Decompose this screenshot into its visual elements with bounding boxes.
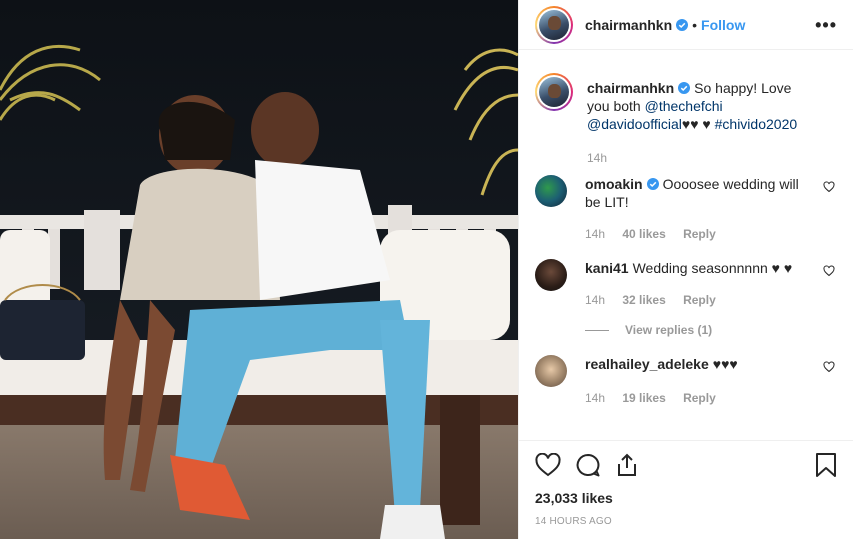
view-replies-divider	[585, 329, 609, 331]
view-replies-link[interactable]: View replies (1)	[585, 321, 809, 339]
comments-list[interactable]: chairmanhkn So happy! Love you both @thec…	[519, 51, 853, 440]
comment-text: ♥♥♥	[712, 356, 738, 372]
comment-likes[interactable]: 40 likes	[622, 227, 665, 241]
post-actions: 23,033 likes 14 HOURS AGO	[519, 440, 853, 527]
share-icon[interactable]	[615, 453, 639, 477]
reply-button[interactable]: Reply	[683, 293, 716, 307]
comment-author[interactable]: kani41	[585, 260, 629, 276]
comment-timestamp[interactable]: 14h	[585, 391, 605, 405]
caption-author[interactable]: chairmanhkn	[587, 80, 674, 96]
like-comment-heart-icon[interactable]	[823, 361, 835, 373]
verified-badge-icon	[646, 178, 659, 190]
caption-hearts: ♥♥	[681, 116, 699, 132]
reply-button[interactable]: Reply	[683, 227, 716, 241]
post-timestamp[interactable]: 14 HOURS AGO	[535, 516, 837, 527]
post-photo[interactable]	[0, 0, 518, 539]
caption-hearts: ♥	[702, 116, 711, 132]
more-options-button[interactable]: •••	[815, 16, 837, 34]
follow-button[interactable]: Follow	[701, 17, 745, 33]
commenter-avatar[interactable]	[535, 175, 567, 207]
comment-likes[interactable]: 19 likes	[622, 391, 665, 405]
comment-text: Wedding seasonnnnn ♥ ♥	[632, 260, 793, 276]
commenter-avatar[interactable]	[535, 259, 567, 291]
comment-author[interactable]: realhailey_adeleke	[585, 356, 709, 372]
view-replies-label[interactable]: View replies (1)	[625, 321, 712, 339]
save-bookmark-icon[interactable]	[815, 452, 837, 478]
comment: omoakin Oooosee wedding will be LIT! 14h …	[535, 167, 837, 243]
separator-dot: •	[692, 16, 698, 33]
caption: chairmanhkn So happy! Love you both @thec…	[535, 51, 837, 167]
hashtag-link[interactable]: #chivido2020	[715, 116, 798, 132]
author-avatar[interactable]	[535, 5, 573, 44]
comment: realhailey_adeleke ♥♥♥ 14h 19 likes Reply	[535, 339, 837, 407]
caption-timestamp[interactable]: 14h	[587, 151, 607, 165]
like-heart-icon[interactable]	[535, 453, 561, 477]
post-header: chairmanhkn • Follow •••	[519, 0, 853, 50]
mention-link[interactable]: @davidoofficial	[587, 116, 682, 132]
mention-link[interactable]: @thechefchi	[645, 98, 723, 114]
verified-badge-icon	[676, 18, 689, 31]
like-comment-heart-icon[interactable]	[823, 265, 835, 277]
reply-button[interactable]: Reply	[683, 391, 716, 405]
comment-timestamp[interactable]: 14h	[585, 227, 605, 241]
caption-author-avatar[interactable]	[535, 73, 573, 111]
comment: kani41 Wedding seasonnnnn ♥ ♥ 14h 32 like…	[535, 243, 837, 339]
commenter-avatar[interactable]	[535, 355, 567, 387]
verified-badge-icon	[678, 82, 691, 94]
comment-author[interactable]: omoakin	[585, 176, 643, 192]
comment-likes[interactable]: 32 likes	[622, 293, 665, 307]
like-comment-heart-icon[interactable]	[823, 181, 835, 193]
author-username[interactable]: chairmanhkn	[585, 17, 672, 33]
likes-count[interactable]: 23,033 likes	[535, 490, 837, 506]
comment-bubble-icon[interactable]	[575, 453, 601, 477]
comment-timestamp[interactable]: 14h	[585, 293, 605, 307]
post-details-panel: chairmanhkn • Follow ••• chairmanhkn So h…	[518, 0, 853, 539]
